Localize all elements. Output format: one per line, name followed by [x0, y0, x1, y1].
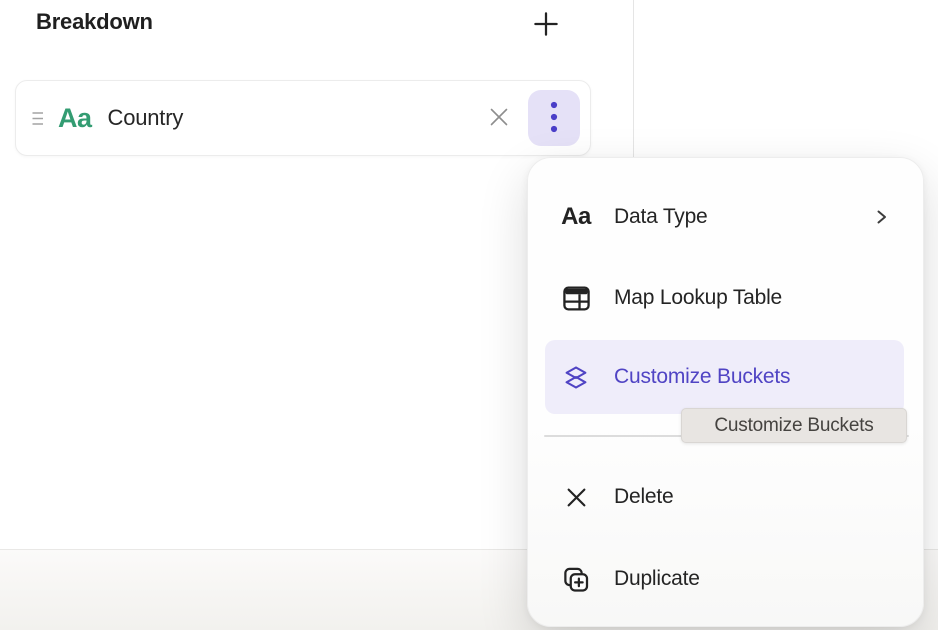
- menu-item-duplicate[interactable]: Duplicate: [545, 551, 904, 607]
- kebab-icon: [550, 100, 558, 137]
- drag-handle-icon[interactable]: [32, 110, 44, 127]
- field-menu-button[interactable]: [528, 90, 580, 146]
- table-icon: [561, 285, 591, 312]
- menu-item-map-lookup-table[interactable]: Map Lookup Table: [545, 270, 904, 326]
- menu-item-label: Map Lookup Table: [614, 286, 782, 310]
- field-name: Country: [108, 105, 184, 131]
- text-type-icon: Aa: [561, 205, 591, 229]
- remove-field-button[interactable]: [482, 101, 516, 135]
- breakdown-header: Breakdown: [0, 0, 633, 52]
- app-canvas: Breakdown Aa Country: [0, 0, 938, 630]
- customize-buckets-tooltip: Customize Buckets: [681, 408, 907, 443]
- breakdown-field-card: Aa Country: [15, 80, 591, 156]
- layers-icon: [561, 362, 591, 393]
- menu-item-customize-buckets[interactable]: Customize Buckets: [545, 340, 904, 414]
- page-title: Breakdown: [36, 9, 153, 35]
- menu-item-data-type[interactable]: Aa Data Type: [545, 189, 904, 245]
- copy-plus-icon: [561, 564, 591, 595]
- menu-item-label: Duplicate: [614, 567, 700, 591]
- menu-item-label: Data Type: [614, 205, 708, 229]
- menu-item-delete[interactable]: Delete: [545, 469, 904, 525]
- field-context-menu: Aa Data Type Map Lookup Table: [527, 157, 924, 627]
- chevron-right-icon: [873, 206, 890, 228]
- menu-item-label: Delete: [614, 485, 674, 509]
- x-icon: [561, 484, 591, 511]
- menu-item-label: Customize Buckets: [614, 365, 790, 389]
- close-icon: [484, 102, 514, 135]
- field-type-badge: Aa: [58, 105, 92, 132]
- plus-icon: [531, 9, 561, 42]
- add-breakdown-button[interactable]: [528, 7, 564, 43]
